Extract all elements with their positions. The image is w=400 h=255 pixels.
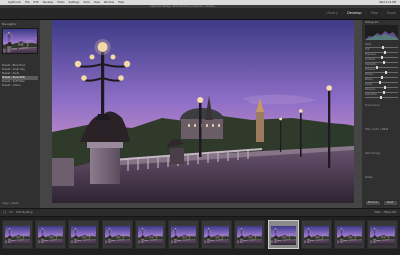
thumbnail-image [5, 226, 30, 245]
filmstrip-thumbnail[interactable] [300, 220, 332, 249]
navigator-label: Navigator [2, 22, 17, 26]
thumbnail-image [38, 226, 64, 245]
filmstrip-thumbnail[interactable] [201, 220, 233, 249]
filmstrip-thumbnail[interactable] [367, 220, 399, 249]
thumbnail-image [137, 226, 163, 245]
filmstrip-thumbnail[interactable] [35, 220, 67, 249]
preset-item[interactable]: Preset - Urban [2, 84, 38, 88]
filmstrip-thumbnail[interactable] [101, 220, 133, 249]
thumbnail-image [104, 226, 130, 245]
reset-button[interactable]: Reset [382, 200, 398, 206]
filmstrip-filter[interactable]: Filter : Filters Off [375, 211, 396, 214]
soft-proofing-toggle[interactable]: Soft Proofing [16, 211, 33, 214]
thumbnail-image [237, 226, 263, 245]
module-library[interactable]: Library [326, 11, 338, 15]
module-picker: Library | Develop | Map | Book [326, 11, 396, 15]
toolbar-tools: [ ] Y|Y Soft Proofing [3, 211, 32, 214]
thumbnail-photo [171, 226, 196, 245]
thumbnail-image [370, 226, 396, 245]
module-separator: | [341, 11, 344, 15]
navigator-preview[interactable] [2, 28, 38, 54]
split-toning-section[interactable]: Split Toning [365, 152, 380, 155]
thumbnail-photo [204, 226, 230, 245]
filmstrip-thumbnail[interactable] [267, 220, 299, 249]
main-photo-image [52, 20, 354, 203]
main-photo[interactable] [52, 20, 354, 203]
histogram-graph [365, 31, 398, 40]
thumbnail-photo [137, 226, 163, 245]
crop-view-button[interactable]: [ ] [3, 211, 6, 214]
thumbnail-photo [71, 226, 97, 245]
thumbnail-image [270, 226, 296, 245]
left-panel: Navigator Preset - Blue Hour Preset - Cle… [0, 20, 40, 208]
toolbar: [ ] Y|Y Soft Proofing Filter : Filters Off [0, 208, 400, 217]
detail-section[interactable]: Detail [365, 176, 373, 179]
thumbnail-photo [337, 226, 362, 245]
histogram[interactable] [365, 25, 398, 40]
module-book[interactable]: Book [387, 11, 396, 15]
develop-buttons: Previous Reset [365, 200, 398, 206]
thumbnail-photo [303, 226, 329, 245]
thumbnail-image [337, 226, 362, 245]
previous-button[interactable]: Previous [365, 200, 381, 206]
thumbnail-image [171, 226, 196, 245]
module-develop[interactable]: Develop [347, 11, 361, 15]
thumbnail-photo [5, 226, 30, 245]
slider-saturation[interactable]: Saturation [365, 93, 398, 99]
filmstrip [0, 217, 400, 255]
thumbnail-image [71, 226, 97, 245]
filmstrip-thumbnail[interactable] [168, 220, 199, 249]
thumbnail-image [204, 226, 230, 245]
thumbnail-photo [237, 226, 263, 245]
filmstrip-thumbnail[interactable] [334, 220, 365, 249]
before-after-button[interactable]: Y|Y [9, 211, 13, 214]
slider-knob[interactable] [380, 96, 383, 99]
thumbnail-image [303, 226, 329, 245]
thumbnail-photo [270, 226, 296, 245]
thumbnail-photo [104, 226, 130, 245]
module-separator: | [382, 11, 384, 15]
module-bar: Library | Develop | Map | Book [0, 8, 400, 20]
tone-curve-section[interactable]: Tone Curve [365, 104, 379, 107]
filmstrip-thumbnail[interactable] [2, 220, 33, 249]
filmstrip-thumbnail[interactable] [134, 220, 166, 249]
preset-list: Preset - Blue Hour Preset - Clear Sky Pres… [2, 64, 38, 88]
thumbnail-photo [38, 226, 64, 245]
basic-sliders: Temp Tint Exposure Contrast Highlights Shadow… [365, 43, 398, 99]
copy-paste-buttons[interactable]: Copy... Paste [2, 202, 19, 205]
histogram-label: Histogram [365, 21, 379, 24]
filmstrip-thumbnail[interactable] [234, 220, 266, 249]
thumbnail-photo [370, 226, 396, 245]
hsl-section[interactable]: HSL / Color / B&W [365, 128, 388, 131]
photo-canvas [40, 20, 362, 208]
navigator-preview-image [3, 29, 37, 53]
filmstrip-thumbnail[interactable] [68, 220, 100, 249]
right-panel: Histogram Temp Tint Exposure Contrast Highli… [362, 20, 400, 208]
module-separator: | [365, 11, 367, 15]
module-map[interactable]: Map [371, 11, 378, 15]
